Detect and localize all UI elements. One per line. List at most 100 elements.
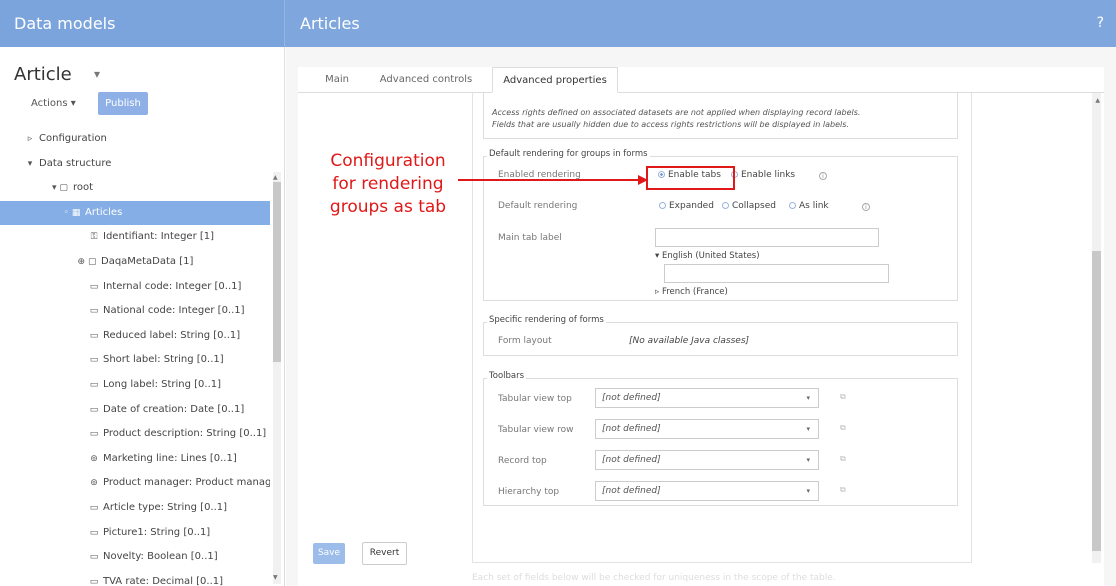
select-value: [not defined] [602, 455, 661, 465]
tab-bar: Main Advanced controls Advanced properti… [298, 67, 1104, 93]
tree-field[interactable]: ▭ Short label: String [0..1] [0, 348, 270, 373]
tree-node-daqametadata[interactable]: ⊕ ▢ DaqaMetaData [1] [0, 250, 270, 275]
tree-node-label: Internal code: Integer [0..1] [103, 280, 242, 292]
chevron-down-icon: ▾ [806, 456, 810, 464]
chevron-down-icon: ▾ [806, 487, 810, 495]
toolbar-row-label: Record top [498, 456, 547, 466]
field-icon: ▭ [89, 429, 99, 440]
properties-panel: Access rights defined on associated data… [472, 93, 972, 563]
tree-node-label: Article type: String [0..1] [103, 501, 228, 513]
enable-links-label: Enable links [741, 170, 796, 180]
tree-field[interactable]: ▭ Reduced label: String [0..1] [0, 324, 270, 349]
tree-node-data-structure[interactable]: ▾ Data structure [0, 152, 270, 177]
french-locale-toggle[interactable]: ▹ French (France) [655, 287, 728, 297]
page-title: Articles [300, 14, 360, 33]
content-scroll-thumb[interactable] [1092, 251, 1101, 551]
tree-field[interactable]: ⊚ Product manager: Product managers [0, 471, 270, 496]
chevron-down-icon[interactable]: ▾ [94, 67, 100, 81]
tree-field[interactable]: ▭ Date of creation: Date [0..1] [0, 398, 270, 423]
locale-label: French (France) [661, 287, 728, 297]
external-link-icon[interactable]: ⧉ [840, 423, 846, 433]
toolbar-select[interactable]: [not defined] ▾ [595, 388, 819, 408]
tree-node-articles[interactable]: ◦ ▦ Articles [0, 200, 270, 226]
tree-field[interactable]: ▭ Novelty: Boolean [0..1] [0, 545, 270, 570]
tab-main[interactable]: Main [312, 67, 362, 93]
radio-icon [659, 202, 666, 209]
section-legend: Specific rendering of forms [487, 315, 606, 325]
external-link-icon[interactable]: ⧉ [840, 454, 846, 464]
enable-links-radio[interactable]: Enable links [731, 170, 795, 180]
save-button[interactable]: Save [313, 543, 345, 564]
chevron-right-icon: ▹ [27, 134, 33, 144]
toolbar-select[interactable]: [not defined] ▾ [595, 450, 819, 470]
scroll-up-icon[interactable]: ▲ [273, 174, 278, 181]
toolbar-select[interactable]: [not defined] ▾ [595, 419, 819, 439]
data-models-title: Data models [0, 0, 285, 47]
expanded-radio[interactable]: Expanded [659, 201, 714, 211]
tree-field[interactable]: ⊚ Marketing line: Lines [0..1] [0, 447, 270, 472]
section-legend: Default rendering for groups in forms [487, 149, 650, 159]
main-tab-label-input[interactable] [655, 228, 879, 247]
tree-field[interactable]: ▭ Article type: String [0..1] [0, 496, 270, 521]
tab-advanced-controls[interactable]: Advanced controls [376, 67, 476, 93]
tree-node-label: Identifiant: Integer [1] [103, 231, 215, 243]
scroll-up-icon[interactable]: ▲ [1095, 97, 1100, 104]
form-layout-label: Form layout [498, 336, 552, 346]
radio-icon [789, 202, 796, 209]
key-icon: ⚿ [90, 232, 98, 243]
collapsed-radio[interactable]: Collapsed [722, 201, 776, 211]
app-window: Data models Articles ? Article ▾ Actions… [0, 0, 1116, 586]
tree-node-configuration[interactable]: ▹ Configuration [0, 127, 270, 152]
tree-node-label: Articles [85, 206, 123, 218]
external-link-icon[interactable]: ⧉ [840, 392, 846, 402]
tree-field[interactable]: ▭ Internal code: Integer [0..1] [0, 275, 270, 300]
tree-node-label: root [73, 182, 94, 194]
help-icon[interactable]: ? [1097, 0, 1104, 47]
field-icon: ▭ [89, 527, 99, 538]
table-icon: ◦ ▦ [63, 207, 81, 218]
tree-field-identifiant[interactable]: ⚿ Identifiant: Integer [1] [0, 225, 270, 250]
tree-field[interactable]: ▭ Long label: String [0..1] [0, 373, 270, 398]
annotation-highlight-box [646, 166, 735, 190]
scroll-down-icon[interactable]: ▼ [273, 574, 278, 581]
field-icon: ▭ [89, 379, 99, 390]
external-link-icon[interactable]: ⧉ [840, 485, 846, 495]
folder-icon: ⊕ ▢ [77, 256, 97, 267]
tree-node-root[interactable]: ▾ ▢ root [0, 176, 270, 201]
top-bar: Data models Articles ? [0, 0, 1116, 47]
field-icon: ▭ [89, 281, 99, 292]
publish-button[interactable]: Publish [98, 92, 148, 115]
toolbar-select[interactable]: [not defined] ▾ [595, 481, 819, 501]
tree-field[interactable]: ▭ Picture1: String [0..1] [0, 521, 270, 546]
faded-help-text: Each set of fields below will be checked… [472, 573, 836, 583]
revert-button[interactable]: Revert [362, 542, 407, 565]
note-line: Access rights defined on associated data… [492, 108, 861, 117]
as-link-radio[interactable]: As link [789, 201, 829, 211]
tab-advanced-properties[interactable]: Advanced properties [492, 67, 618, 93]
actions-menu[interactable]: Actions ▾ [31, 98, 76, 109]
main-tab-label-label: Main tab label [498, 233, 562, 243]
tree-node-label: Product manager: Product managers [103, 477, 270, 489]
tree-node-label: TVA rate: Decimal [0..1] [103, 575, 224, 586]
tree-field[interactable]: ▭ TVA rate: Decimal [0..1] [0, 570, 270, 586]
specific-rendering-section: Specific rendering of forms Form layout … [483, 315, 958, 356]
tree-node-label: National code: Integer [0..1] [103, 305, 245, 317]
info-icon[interactable]: i [819, 172, 827, 180]
tree-field[interactable]: ▭ National code: Integer [0..1] [0, 299, 270, 324]
radio-icon [722, 202, 729, 209]
english-label-input[interactable] [664, 264, 889, 283]
section-legend: Toolbars [487, 371, 527, 381]
english-locale-toggle[interactable]: ▾ English (United States) [655, 251, 760, 261]
field-icon: ▭ [89, 576, 99, 586]
annotation-callout: Configuration for rendering groups as ta… [329, 151, 447, 217]
select-value: [not defined] [602, 486, 661, 496]
tree-field[interactable]: ▭ Product description: String [0..1] [0, 422, 270, 447]
info-icon[interactable]: i [862, 203, 870, 211]
collapsed-label: Collapsed [732, 201, 776, 211]
labels-note-box: Access rights defined on associated data… [483, 93, 958, 139]
tree-node-label: Picture1: String [0..1] [103, 526, 211, 538]
link-icon: ⊚ [90, 453, 98, 464]
chevron-down-icon: ▾ [27, 158, 33, 169]
tree-node-label: Data structure [39, 157, 112, 169]
sidebar-scroll-thumb[interactable] [273, 182, 281, 362]
